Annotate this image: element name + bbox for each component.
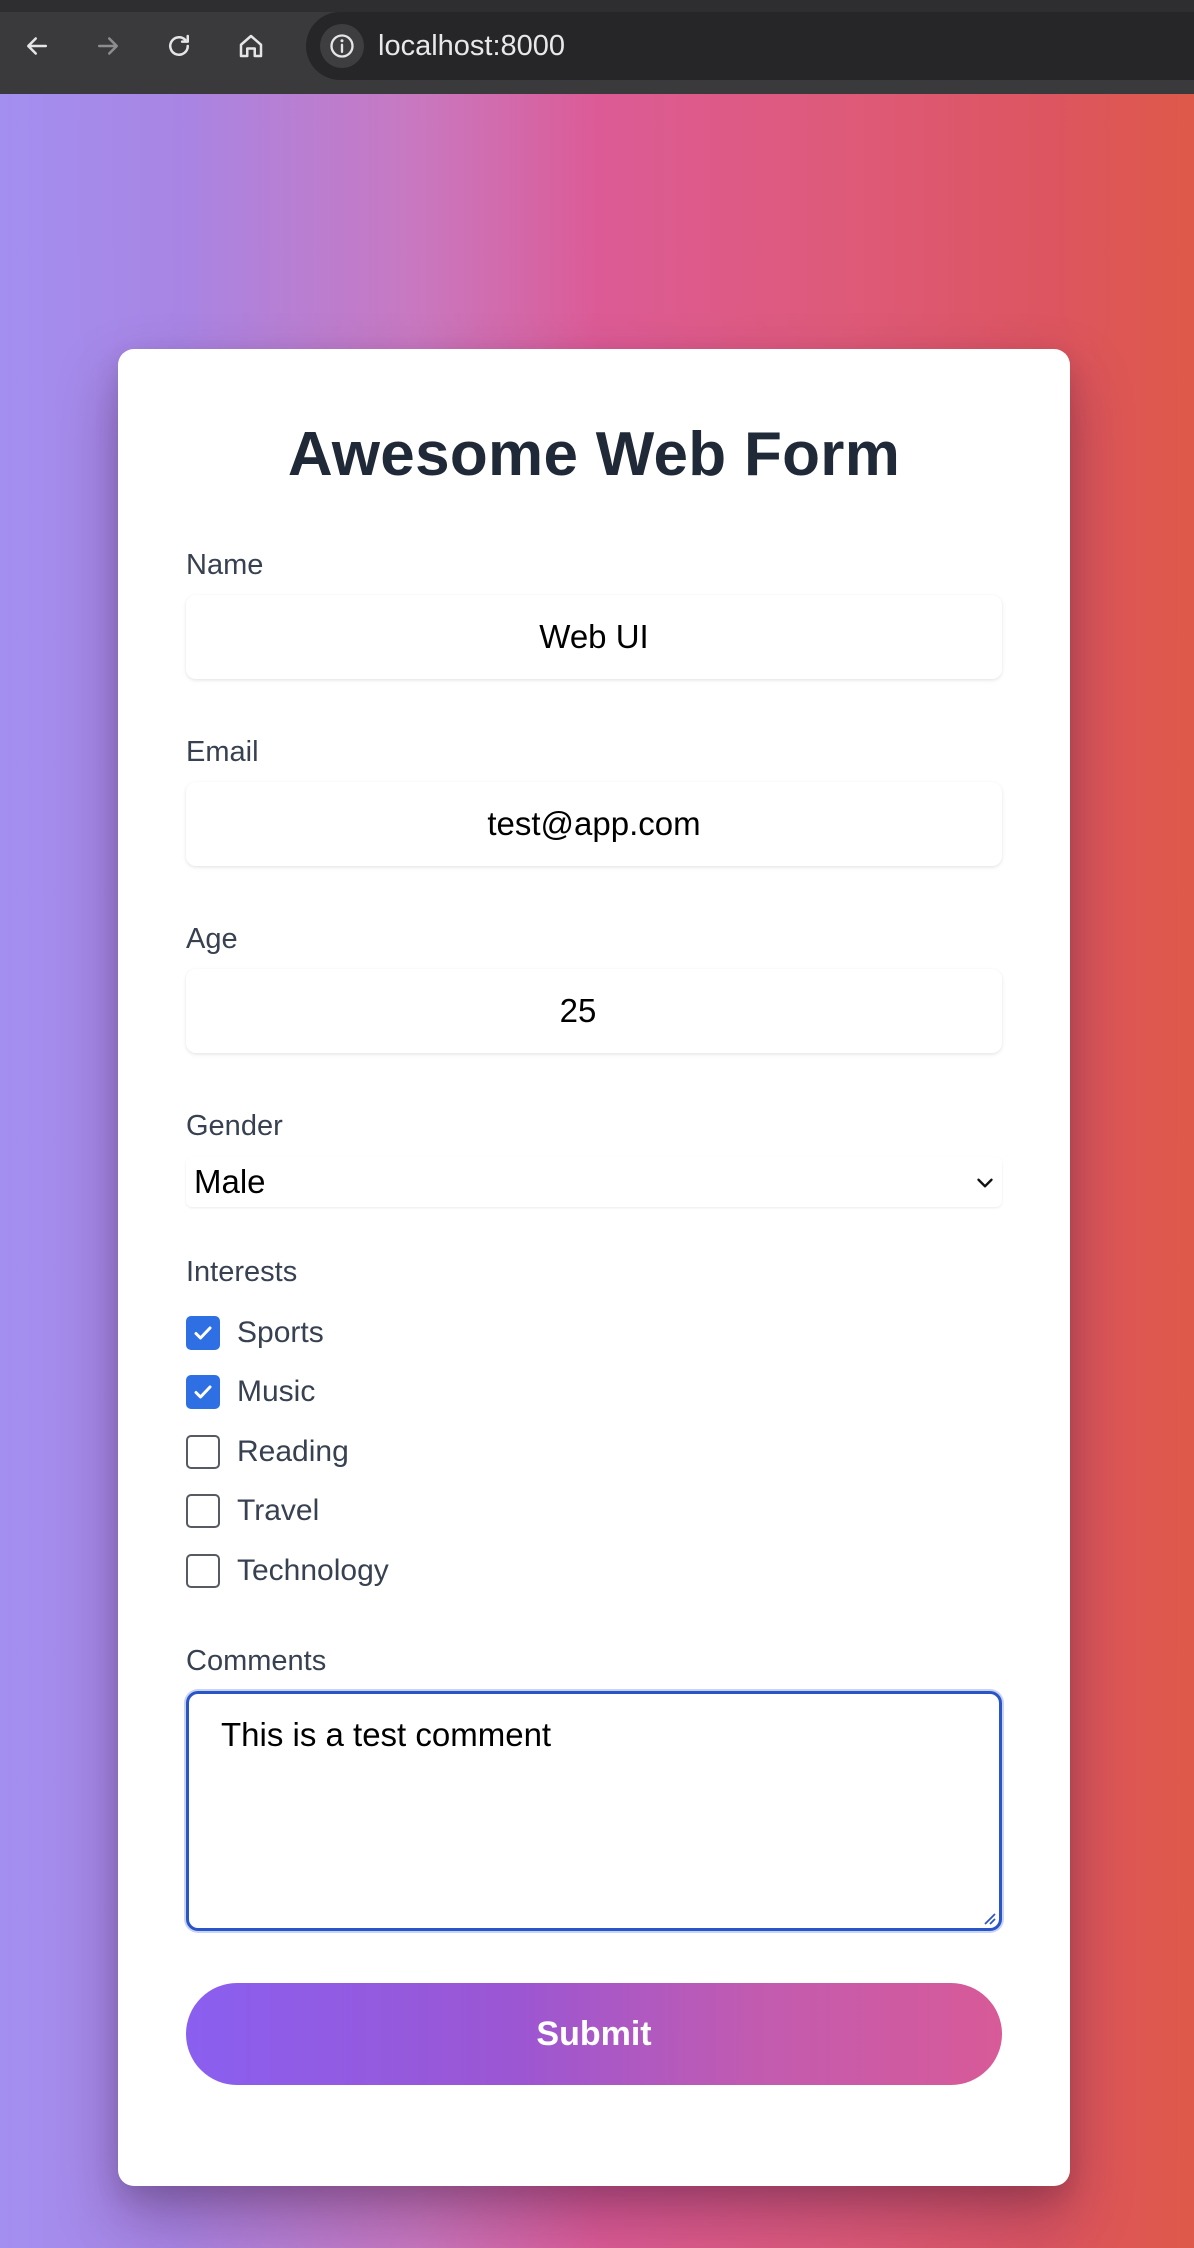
reload-button[interactable] bbox=[155, 22, 203, 70]
home-icon bbox=[239, 34, 263, 58]
checkmark-icon bbox=[194, 1385, 212, 1399]
name-label: Name bbox=[186, 549, 264, 581]
checkmark-icon bbox=[194, 1326, 212, 1340]
chevron-down-icon bbox=[977, 1178, 993, 1188]
age-label: Age bbox=[186, 923, 238, 955]
checkbox-label[interactable]: Technology bbox=[237, 1551, 389, 1591]
technology-checkbox[interactable] bbox=[186, 1554, 220, 1588]
checkbox-label[interactable]: Sports bbox=[237, 1313, 324, 1353]
music-checkbox[interactable] bbox=[186, 1375, 220, 1409]
reload-icon bbox=[169, 34, 189, 56]
window-top-strip bbox=[0, 0, 1194, 12]
comments-label: Comments bbox=[186, 1645, 327, 1677]
reading-checkbox[interactable] bbox=[186, 1435, 220, 1469]
interest-option-sports[interactable]: Sports bbox=[186, 1313, 686, 1353]
form-card: Awesome Web Form Name Email Age Gender M… bbox=[118, 349, 1070, 2186]
site-info-button[interactable] bbox=[320, 24, 364, 68]
home-button[interactable] bbox=[227, 22, 275, 70]
back-button[interactable] bbox=[13, 22, 61, 70]
back-arrow-icon bbox=[27, 37, 47, 55]
interests-label: Interests bbox=[186, 1256, 298, 1288]
checkbox-label[interactable]: Reading bbox=[237, 1432, 349, 1472]
interest-option-travel[interactable]: Travel bbox=[186, 1491, 686, 1531]
sports-checkbox[interactable] bbox=[186, 1316, 220, 1350]
gender-select[interactable]: Male bbox=[186, 1157, 1002, 1207]
checkbox-label[interactable]: Travel bbox=[237, 1491, 319, 1531]
submit-button[interactable]: Submit bbox=[186, 1983, 1002, 2085]
address-bar[interactable]: localhost:8000 bbox=[306, 12, 1194, 80]
gender-selected-value: Male bbox=[194, 1163, 266, 1200]
travel-checkbox[interactable] bbox=[186, 1494, 220, 1528]
forward-arrow-icon bbox=[98, 37, 118, 55]
comments-text: This is a test comment bbox=[221, 1716, 552, 1753]
forward-button[interactable] bbox=[84, 22, 132, 70]
checkbox-label[interactable]: Music bbox=[237, 1372, 315, 1412]
gender-label: Gender bbox=[186, 1110, 283, 1142]
form-title: Awesome Web Form bbox=[287, 420, 901, 489]
age-input[interactable] bbox=[186, 969, 1002, 1053]
interest-option-reading[interactable]: Reading bbox=[186, 1432, 686, 1472]
url-text: localhost:8000 bbox=[378, 30, 566, 62]
info-icon bbox=[330, 34, 354, 58]
resize-handle-icon[interactable] bbox=[981, 1910, 997, 1926]
interest-option-music[interactable]: Music bbox=[186, 1372, 686, 1412]
browser-toolbar: localhost:8000 bbox=[0, 0, 1194, 94]
name-input[interactable] bbox=[186, 595, 1002, 679]
comments-textarea[interactable]: This is a test comment bbox=[186, 1691, 1002, 1931]
interest-option-technology[interactable]: Technology bbox=[186, 1551, 686, 1591]
page-background: Awesome Web Form Name Email Age Gender M… bbox=[0, 94, 1194, 2248]
email-input[interactable] bbox=[186, 782, 1002, 866]
email-label: Email bbox=[186, 736, 259, 768]
